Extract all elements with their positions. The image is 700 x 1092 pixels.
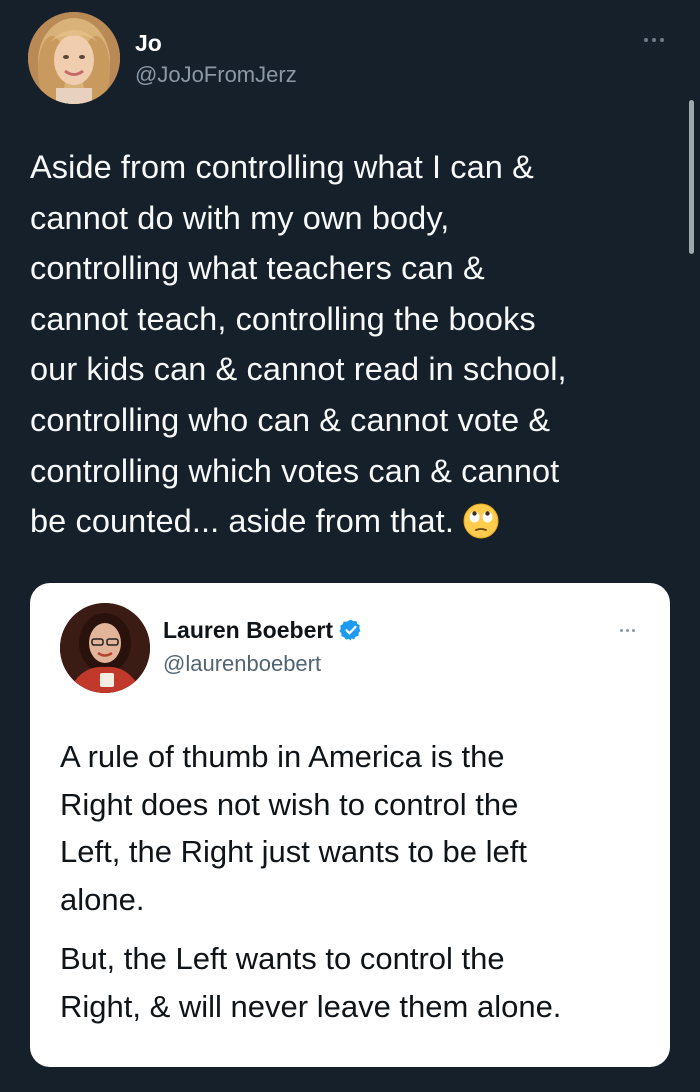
author-handle[interactable]: @JoJoFromJerz	[135, 62, 297, 88]
verified-badge-icon	[339, 619, 361, 641]
tweet-text-line: Aside from controlling what I can &	[30, 149, 534, 185]
more-dot-icon	[660, 38, 664, 42]
more-dot-icon	[625, 628, 629, 632]
tweet-text: Aside from controlling what I can & cann…	[30, 142, 670, 547]
more-options-button[interactable]	[636, 28, 672, 52]
quoted-text-line: Left, the Right just wants to be left	[60, 834, 527, 869]
quoted-more-options-icon	[612, 623, 642, 637]
quoted-author-row: Lauren Boebert	[163, 617, 363, 643]
avatar-portrait-icon	[28, 12, 120, 104]
quoted-text-line: But, the Left wants to control the	[60, 941, 505, 976]
tweet-text-line: cannot teach, controlling the books	[30, 300, 536, 337]
avatar-portrait-icon	[60, 603, 150, 693]
more-dot-icon	[619, 628, 623, 632]
tweet-text-line: be counted... aside from that.	[30, 503, 454, 540]
quoted-tweet-text: A rule of thumb in America is the Right …	[60, 733, 650, 1030]
quoted-text-line: Right, & will never leave them alone.	[60, 988, 562, 1024]
quoted-paragraph-1: A rule of thumb in America is the Right …	[60, 733, 650, 923]
tweet-text-line: controlling what teachers can &	[30, 250, 485, 287]
more-dot-icon	[644, 38, 648, 42]
quoted-text-line: alone.	[60, 881, 145, 917]
quoted-text-line: Right does not wish to control the	[60, 786, 519, 822]
tweet-text-line: controlling who can & cannot vote &	[30, 401, 551, 438]
tweet-text-line: controlling which votes can & cannot	[30, 452, 560, 489]
quoted-tweet-card[interactable]: Lauren Boebert @laurenboebert A rule of …	[30, 583, 670, 1067]
tweet-text-last-line: be counted... aside from that.	[30, 496, 670, 547]
tweet-text-line: our kids can & cannot read in school,	[30, 351, 567, 388]
author-avatar[interactable]	[28, 12, 120, 104]
scrollbar-thumb[interactable]	[689, 100, 694, 254]
quoted-author-handle[interactable]: @laurenboebert	[163, 651, 321, 677]
quoted-text-line: A rule of thumb in America is the	[60, 739, 505, 774]
face-with-rolling-eyes-icon	[463, 503, 499, 539]
quoted-author-avatar[interactable]	[60, 603, 150, 693]
quoted-author-name[interactable]: Lauren Boebert	[163, 617, 333, 643]
author-name[interactable]: Jo	[135, 30, 162, 56]
tweet: Jo @JoJoFromJerz Aside from controlling …	[0, 0, 700, 1092]
more-dot-icon	[631, 628, 635, 632]
more-dot-icon	[652, 38, 656, 42]
tweet-text-line: cannot do with my own body,	[30, 199, 450, 236]
quoted-paragraph-2: But, the Left wants to control the Right…	[60, 935, 650, 1030]
